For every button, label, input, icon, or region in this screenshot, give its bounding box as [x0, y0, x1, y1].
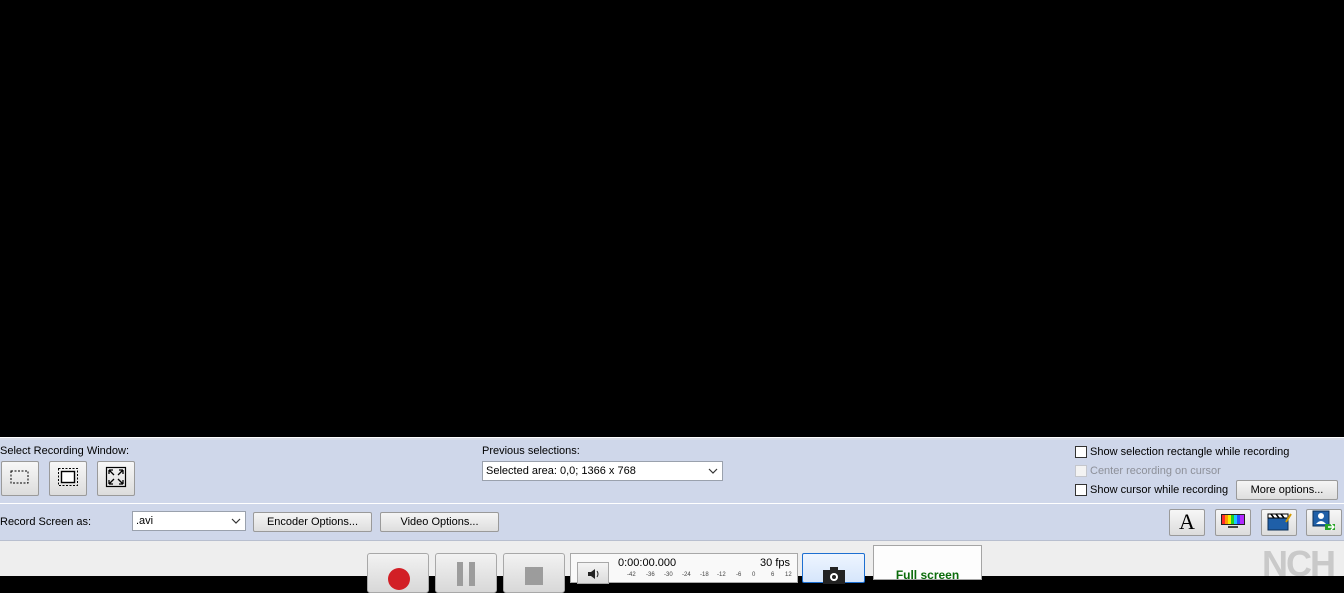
more-options-button[interactable]: More options... — [1236, 480, 1338, 500]
select-region-icon — [9, 468, 31, 489]
encoder-options-button[interactable]: Encoder Options... — [253, 512, 372, 532]
fullscreen-select-icon — [105, 466, 127, 491]
pause-button[interactable] — [435, 553, 497, 593]
center-recording-label: Center recording on cursor — [1090, 465, 1221, 477]
user-export-icon — [1311, 510, 1337, 535]
text-overlay-icon: A — [1175, 509, 1199, 535]
speaker-button[interactable] — [577, 562, 609, 584]
chevron-down-icon — [708, 465, 718, 477]
clapperboard-icon — [1266, 511, 1292, 534]
color-bars-button[interactable] — [1215, 509, 1251, 536]
svg-text:A: A — [1179, 510, 1195, 532]
scale-tick: -6 — [736, 572, 742, 578]
mode-indicator[interactable]: Full screen — [873, 545, 982, 580]
stop-button[interactable] — [503, 553, 565, 593]
format-dropdown[interactable]: .avi — [132, 511, 246, 531]
scale-tick: 12 — [785, 572, 792, 578]
record-button[interactable] — [367, 553, 429, 593]
previous-selections-dropdown[interactable]: Selected area: 0,0; 1366 x 768 — [482, 461, 723, 481]
video-options-button[interactable]: Video Options... — [380, 512, 499, 532]
status-meter: 0:00:00.000 30 fps -42 -36 -30 -24 -18 -… — [570, 553, 798, 584]
scale-tick: 6 — [771, 572, 775, 578]
scale-tick: -18 — [700, 572, 709, 578]
nch-logo: NCH — [1262, 542, 1344, 577]
select-recording-window-label: Select Recording Window: — [0, 445, 130, 457]
scale-tick: 0 — [752, 572, 756, 578]
time-display: 0:00:00.000 — [618, 557, 677, 569]
snapshot-button[interactable] — [802, 553, 865, 584]
select-window-button[interactable] — [49, 461, 87, 496]
chevron-down-icon — [231, 515, 241, 527]
record-screen-as-label: Record Screen as: — [0, 516, 92, 528]
center-recording-checkbox[interactable] — [1075, 465, 1087, 477]
select-window-icon — [57, 467, 79, 490]
user-export-button[interactable] — [1306, 509, 1342, 536]
scale-tick: -30 — [664, 572, 673, 578]
logo-text: NCH — [1262, 543, 1336, 577]
format-panel: Record Screen as: .avi Encoder Options..… — [0, 503, 1344, 540]
color-bars-icon — [1220, 512, 1246, 533]
previous-selections-value: Selected area: 0,0; 1366 x 768 — [486, 465, 636, 477]
scale-tick: -36 — [646, 572, 655, 578]
recording-preview — [0, 0, 1344, 437]
show-selection-rectangle-label: Show selection rectangle while recording — [1090, 446, 1290, 458]
show-selection-rectangle-checkbox[interactable] — [1075, 446, 1087, 458]
fps-display: 30 fps — [760, 557, 790, 569]
selection-panel: Select Recording Window: Previous select… — [0, 440, 1344, 503]
text-overlay-button[interactable]: A — [1169, 509, 1205, 536]
mode-label: Full screen — [895, 568, 960, 580]
scale-tick: -24 — [682, 572, 691, 578]
stop-icon — [525, 567, 545, 590]
select-region-button[interactable] — [1, 461, 39, 496]
show-cursor-checkbox[interactable] — [1075, 484, 1087, 496]
camera-icon — [822, 566, 846, 587]
select-fullscreen-button[interactable] — [97, 461, 135, 496]
previous-selections-label: Previous selections: — [482, 445, 580, 457]
format-value: .avi — [136, 515, 154, 527]
scale-tick: -12 — [717, 572, 726, 578]
show-cursor-label: Show cursor while recording — [1090, 484, 1229, 496]
scale-tick: -42 — [627, 572, 636, 578]
record-icon — [386, 566, 412, 592]
clapperboard-button[interactable] — [1261, 509, 1297, 536]
